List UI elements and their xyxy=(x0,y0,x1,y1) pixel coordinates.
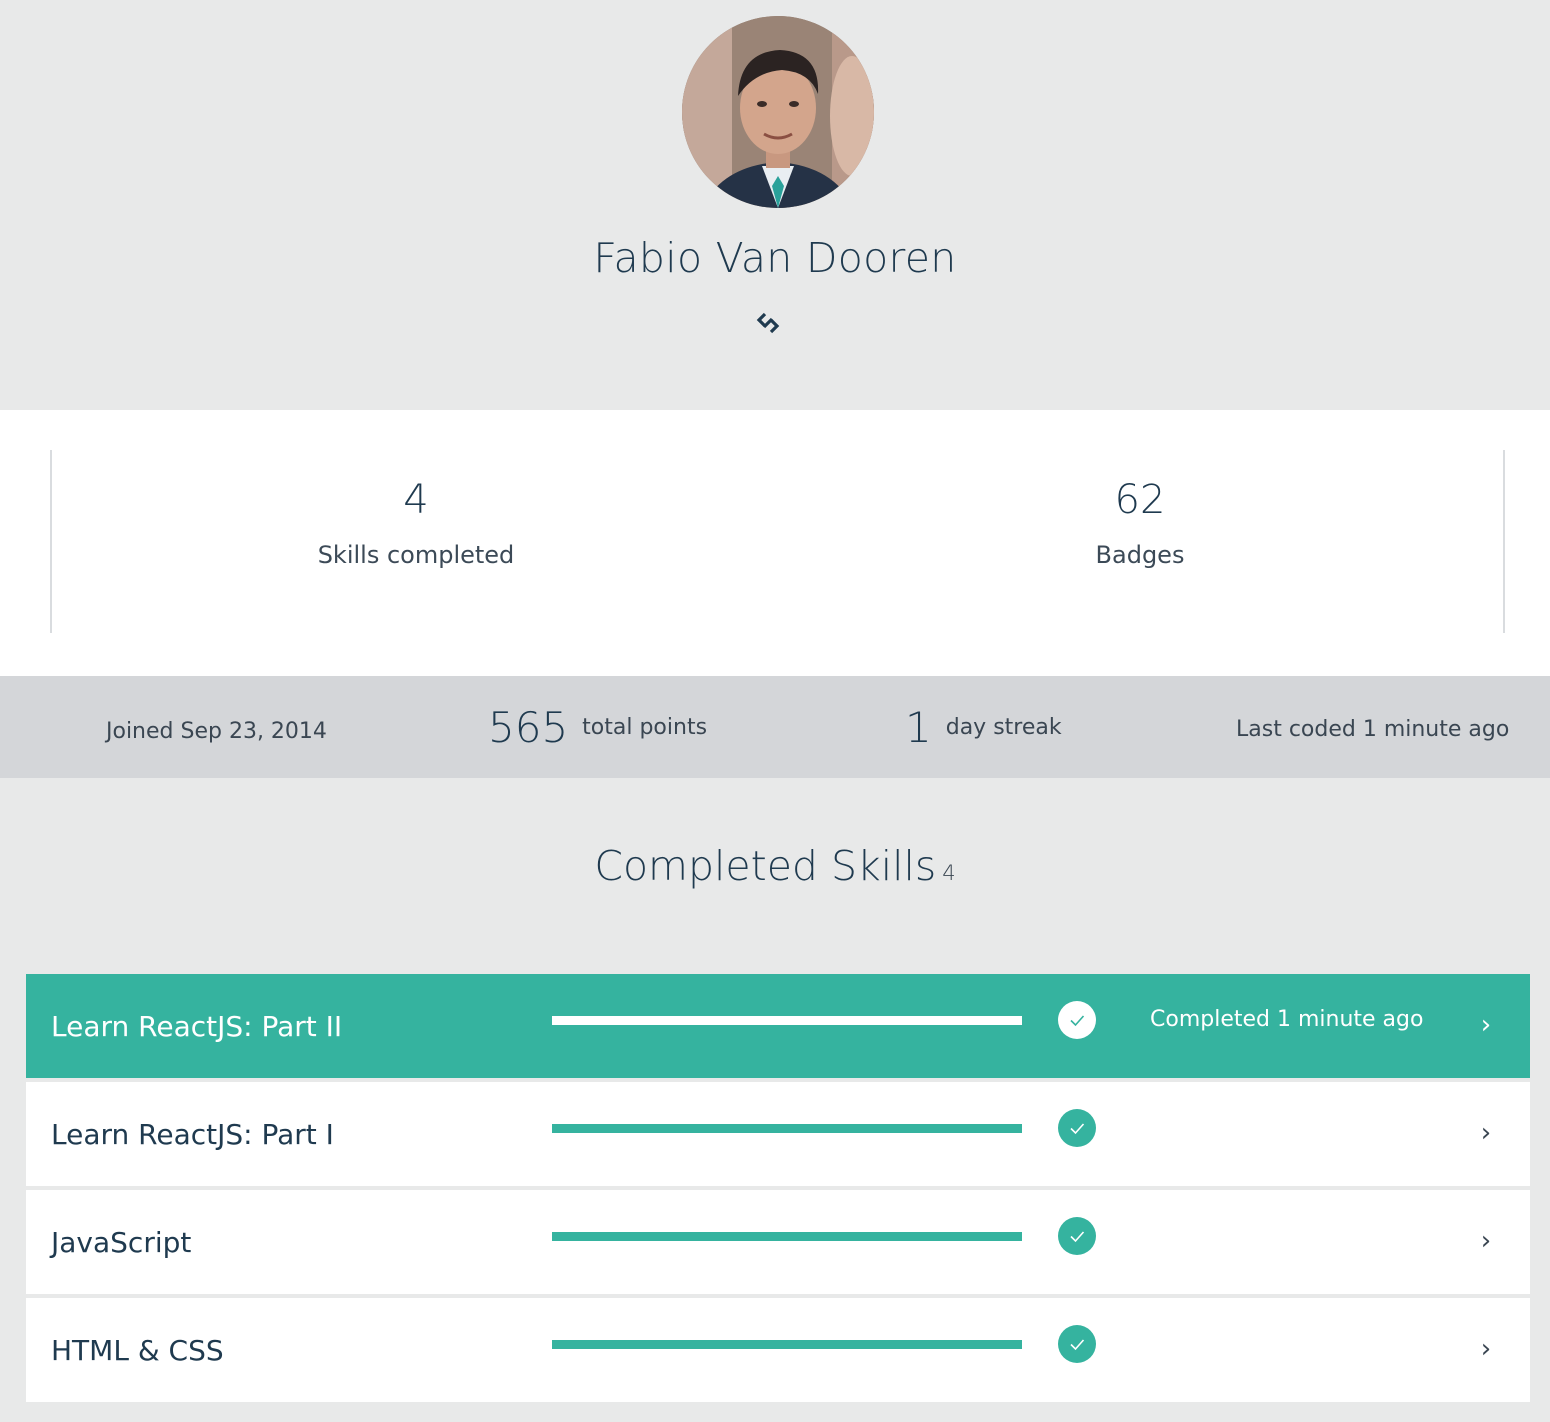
skills-completed-label: Skills completed xyxy=(317,541,515,569)
skills-completed-stat[interactable]: 4 Skills completed xyxy=(216,476,616,570)
chevron-right-icon[interactable]: › xyxy=(1476,1118,1496,1148)
last-coded: Last coded 1 minute ago xyxy=(1236,716,1510,742)
skill-list: Learn ReactJS: Part II Completed 1 minute… xyxy=(26,974,1530,1406)
skill-row[interactable]: JavaScript › xyxy=(26,1190,1530,1294)
stats-card: 4 Skills completed 62 Badges xyxy=(0,410,1550,676)
completed-skills-title: Completed Skills xyxy=(594,842,937,890)
avatar-photo-icon xyxy=(682,16,874,208)
meta-bar: Joined Sep 23, 2014 565 total points 1 d… xyxy=(0,676,1550,778)
chevron-right-icon[interactable]: › xyxy=(1476,1334,1496,1364)
skills-completed-value: 4 xyxy=(403,477,429,523)
day-streak-label: day streak xyxy=(945,714,1062,740)
divider xyxy=(50,450,52,633)
skill-name: Learn ReactJS: Part I xyxy=(51,1117,334,1151)
skill-progress-bar xyxy=(552,1340,1022,1349)
day-streak-value: 1 xyxy=(905,702,932,752)
profile-header: Fabio Van Dooren xyxy=(0,0,1550,410)
completed-skills-count: 4 xyxy=(942,861,956,885)
skill-name: Learn ReactJS: Part II xyxy=(51,1009,343,1043)
skill-name: HTML & CSS xyxy=(51,1333,224,1367)
total-points: 565 total points xyxy=(488,676,707,778)
skill-completed-time: Completed 1 minute ago xyxy=(1150,1006,1424,1032)
skill-progress-bar xyxy=(552,1232,1022,1241)
check-icon xyxy=(1058,1001,1096,1039)
joined-date: Joined Sep 23, 2014 xyxy=(106,718,327,744)
completed-skills-heading: Completed Skills 4 xyxy=(0,842,1550,890)
skill-row[interactable]: Learn ReactJS: Part II Completed 1 minute… xyxy=(26,974,1530,1078)
skill-row[interactable]: HTML & CSS › xyxy=(26,1298,1530,1402)
divider xyxy=(1503,450,1505,633)
badges-label: Badges xyxy=(1095,541,1185,569)
check-icon xyxy=(1058,1217,1096,1255)
skill-progress-bar xyxy=(552,1016,1022,1025)
skill-row[interactable]: Learn ReactJS: Part I › xyxy=(26,1082,1530,1186)
check-icon xyxy=(1058,1109,1096,1147)
profile-name: Fabio Van Dooren xyxy=(593,234,957,282)
chevron-right-icon[interactable]: › xyxy=(1476,1010,1496,1040)
chevron-right-icon[interactable]: › xyxy=(1476,1226,1496,1256)
skill-progress-bar xyxy=(552,1124,1022,1133)
total-points-value: 565 xyxy=(488,702,569,752)
total-points-label: total points xyxy=(582,714,708,740)
skill-name: JavaScript xyxy=(51,1225,192,1259)
link-icon[interactable] xyxy=(753,308,783,338)
badges-stat[interactable]: 62 Badges xyxy=(940,476,1340,570)
avatar xyxy=(682,16,874,208)
day-streak: 1 day streak xyxy=(905,676,1062,778)
check-icon xyxy=(1058,1325,1096,1363)
badges-value: 62 xyxy=(1114,477,1166,523)
